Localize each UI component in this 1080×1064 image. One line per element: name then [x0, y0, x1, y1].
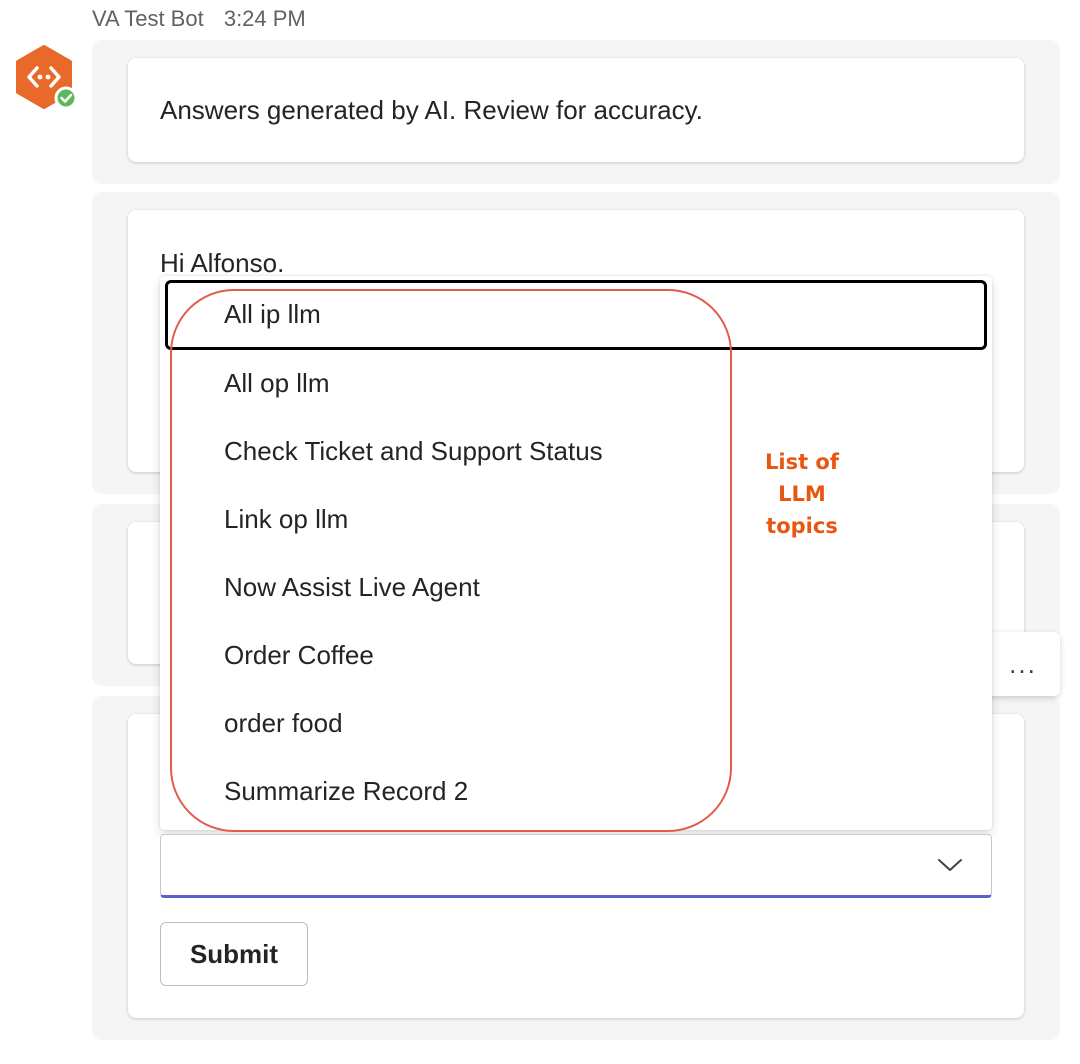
more-options-button[interactable]: ...: [986, 632, 1060, 696]
dropdown-option[interactable]: Now Assist Live Agent: [160, 553, 992, 621]
annotation-line: topics: [766, 514, 838, 538]
annotation-label: List of LLM topics: [740, 446, 864, 542]
bot-avatar[interactable]: [10, 44, 78, 112]
bot-code-icon: [16, 45, 78, 110]
dropdown-option[interactable]: Check Ticket and Support Status: [160, 417, 992, 485]
dropdown-option[interactable]: order food: [160, 689, 992, 757]
chevron-down-icon[interactable]: [937, 855, 963, 875]
online-check-icon: [54, 86, 78, 110]
greeting-text: Hi Alfonso.: [160, 248, 285, 278]
dropdown-option[interactable]: Link op llm: [160, 485, 992, 553]
annotation-line: List of LLM: [765, 450, 839, 506]
sender-name: VA Test Bot: [92, 6, 204, 31]
dropdown-option[interactable]: Summarize Record 2: [160, 757, 992, 825]
timestamp: 3:24 PM: [223, 6, 306, 31]
submit-button[interactable]: Submit: [160, 922, 308, 986]
chat-pane: VA Test Bot 3:24 PM Answers generated by…: [0, 0, 1080, 1064]
message-header: VA Test Bot 3:24 PM: [92, 6, 306, 32]
ai-disclaimer-text: Answers generated by AI. Review for accu…: [160, 95, 703, 125]
more-icon: ...: [1009, 648, 1037, 679]
dropdown-option[interactable]: Order Coffee: [160, 621, 992, 689]
topic-select[interactable]: [160, 834, 992, 898]
topic-dropdown-list: All ip llm All op llm Check Ticket and S…: [160, 276, 992, 830]
dropdown-option[interactable]: All op llm: [160, 349, 992, 417]
dropdown-option[interactable]: All ip llm: [165, 280, 987, 350]
